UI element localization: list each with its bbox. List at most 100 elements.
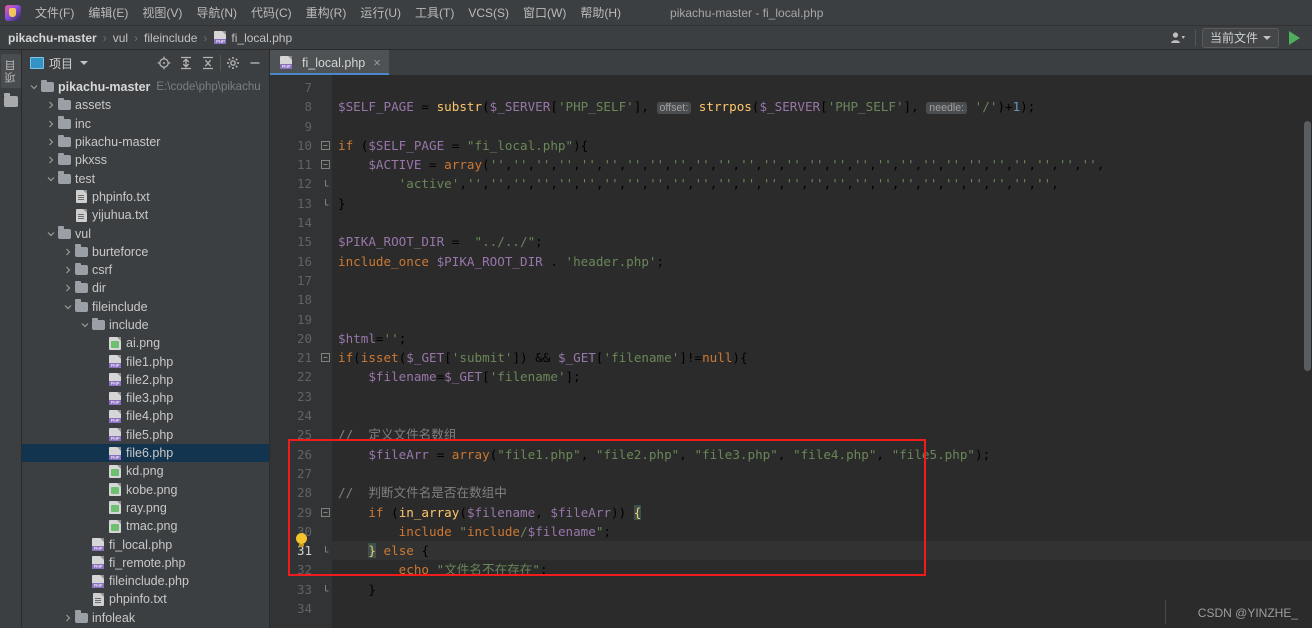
tree-item-phpinfo-txt[interactable]: phpinfo.txt	[22, 590, 269, 608]
code-fold-toggle[interactable]	[318, 580, 332, 599]
tree-item-csrf[interactable]: csrf	[22, 261, 269, 279]
menu-item-vcs[interactable]: VCS(S)	[461, 3, 516, 23]
code-fold-toggle[interactable]	[318, 174, 332, 193]
rail-tab-project[interactable]: 项目	[0, 54, 21, 88]
code-fold-toggle[interactable]	[318, 194, 332, 213]
gear-icon[interactable]	[223, 53, 243, 73]
tree-item-assets[interactable]: assets	[22, 96, 269, 114]
code-line[interactable]	[332, 310, 1312, 329]
code-line[interactable]: 'active','','','','','','','','','','','…	[332, 174, 1312, 193]
menu-item-code[interactable]: 代码(C)	[244, 1, 299, 24]
tree-item-fileinclude-php[interactable]: fileinclude.php	[22, 572, 269, 590]
menu-item-refactor[interactable]: 重构(R)	[299, 1, 354, 24]
code-content[interactable]: $SELF_PAGE = substr($_SERVER['PHP_SELF']…	[332, 75, 1312, 628]
tree-item-ai-png[interactable]: ai.png	[22, 334, 269, 352]
tree-item-vul[interactable]: vul	[22, 224, 269, 242]
run-button[interactable]	[1285, 28, 1304, 48]
tree-item-kd-png[interactable]: kd.png	[22, 462, 269, 480]
scrollbar-thumb[interactable]	[1304, 121, 1311, 371]
project-file-tree[interactable]: pikachu-master E:\code\php\pikachu assets i…	[22, 76, 269, 628]
code-line[interactable]	[332, 117, 1312, 136]
tree-item-kobe-png[interactable]: kobe.png	[22, 481, 269, 499]
code-line[interactable]: include "include/$filename";	[332, 522, 1312, 541]
chevron-right-icon[interactable]	[62, 284, 74, 292]
code-line[interactable]: $ACTIVE = array('','','','','','','','',…	[332, 155, 1312, 174]
chevron-down-icon[interactable]	[79, 321, 91, 329]
tree-item-infoleak[interactable]: infoleak	[22, 609, 269, 627]
user-icon[interactable]	[1166, 28, 1189, 48]
chevron-down-icon[interactable]	[45, 175, 57, 183]
code-fold-toggle[interactable]	[318, 348, 332, 367]
close-icon[interactable]: ×	[373, 56, 381, 69]
menu-item-edit[interactable]: 编辑(E)	[81, 1, 135, 24]
code-line[interactable]	[332, 290, 1312, 309]
code-fold-toggle[interactable]	[318, 155, 332, 174]
code-line[interactable]	[332, 464, 1312, 483]
code-fold-toggle[interactable]	[318, 541, 332, 560]
chevron-right-icon[interactable]	[62, 614, 74, 622]
chevron-right-icon[interactable]	[45, 120, 57, 128]
code-line[interactable]: $SELF_PAGE = substr($_SERVER['PHP_SELF']…	[332, 97, 1312, 116]
tree-item-test[interactable]: test	[22, 169, 269, 187]
breadcrumb-fileinclude[interactable]: fileinclude	[144, 31, 197, 45]
code-line[interactable]: echo "文件名不在存在";	[332, 560, 1312, 579]
tree-item-dir[interactable]: dir	[22, 279, 269, 297]
code-line[interactable]	[332, 271, 1312, 290]
tree-item-fi-remote-php[interactable]: fi_remote.php	[22, 554, 269, 572]
menu-item-navigate[interactable]: 导航(N)	[189, 1, 244, 24]
code-line[interactable]	[332, 387, 1312, 406]
tree-item-pikachu-master[interactable]: pikachu-master	[22, 133, 269, 151]
tree-item-fileinclude[interactable]: fileinclude	[22, 298, 269, 316]
tree-item-file2-php[interactable]: file2.php	[22, 371, 269, 389]
run-configuration-selector[interactable]: 当前文件	[1201, 27, 1279, 48]
code-line[interactable]: if (in_array($filename, $fileArr)) {	[332, 503, 1312, 522]
code-line[interactable]: $fileArr = array("file1.php", "file2.php…	[332, 445, 1312, 464]
intention-bulb-icon[interactable]	[296, 533, 307, 547]
menu-item-view[interactable]: 视图(V)	[135, 1, 189, 24]
locate-icon[interactable]	[154, 53, 174, 73]
collapse-all-icon[interactable]	[198, 53, 218, 73]
chevron-down-icon[interactable]	[62, 303, 74, 311]
chevron-right-icon[interactable]	[45, 101, 57, 109]
tree-item-yijuhua-txt[interactable]: yijuhua.txt	[22, 206, 269, 224]
code-line[interactable]: $filename=$_GET['filename'];	[332, 367, 1312, 386]
minimize-icon[interactable]	[245, 53, 265, 73]
editor-scrollbar[interactable]	[1303, 75, 1312, 628]
tree-item-pikachu-master[interactable]: pikachu-master E:\code\php\pikachu	[22, 78, 269, 96]
tree-item-pkxss[interactable]: pkxss	[22, 151, 269, 169]
chevron-right-icon[interactable]	[62, 248, 74, 256]
code-line[interactable]: }	[332, 194, 1312, 213]
breadcrumb-project[interactable]: pikachu-master	[8, 31, 97, 45]
code-line[interactable]: $html='';	[332, 329, 1312, 348]
breadcrumb-vul[interactable]: vul	[113, 31, 128, 45]
menu-item-file[interactable]: 文件(F)	[28, 1, 81, 24]
code-editor[interactable]: 7 8 9 10 11 12 13 14 15 16 17 18 19 20 21 22 23 24 25 26 27 2…	[270, 75, 1312, 628]
code-line[interactable]: }	[332, 580, 1312, 599]
chevron-down-icon[interactable]	[80, 61, 89, 65]
folder-icon[interactable]	[3, 93, 18, 107]
tree-item-file6-php[interactable]: file6.php	[22, 443, 269, 463]
chevron-right-icon[interactable]	[45, 156, 57, 164]
tree-item-ray-png[interactable]: ray.png	[22, 499, 269, 517]
code-line[interactable]: if ($SELF_PAGE = "fi_local.php"){	[332, 136, 1312, 155]
tree-item-fi-local-php[interactable]: fi_local.php	[22, 535, 269, 553]
expand-all-icon[interactable]	[176, 53, 196, 73]
code-line[interactable]: include_once $PIKA_ROOT_DIR . 'header.ph…	[332, 252, 1312, 271]
code-folding-column[interactable]	[318, 75, 332, 628]
chevron-right-icon[interactable]	[45, 138, 57, 146]
code-line[interactable]	[332, 213, 1312, 232]
code-line[interactable]	[332, 406, 1312, 425]
code-line[interactable]: if(isset($_GET['submit']) && $_GET['file…	[332, 348, 1312, 367]
tree-item-file4-php[interactable]: file4.php	[22, 407, 269, 425]
editor-tab-fi-local-php[interactable]: fi_local.php ×	[270, 50, 389, 75]
menu-item-window[interactable]: 窗口(W)	[516, 1, 573, 24]
breadcrumb-file[interactable]: fi_local.php	[231, 31, 292, 45]
menu-item-tools[interactable]: 工具(T)	[408, 1, 461, 24]
tree-item-inc[interactable]: inc	[22, 115, 269, 133]
code-line[interactable]: // 定义文件名数组	[332, 425, 1312, 444]
tree-item-file1-php[interactable]: file1.php	[22, 352, 269, 370]
code-line[interactable]: // 判断文件名是否在数组中	[332, 483, 1312, 502]
menu-item-run[interactable]: 运行(U)	[353, 1, 408, 24]
tree-item-include[interactable]: include	[22, 316, 269, 334]
code-line[interactable]: $PIKA_ROOT_DIR = "../../";	[332, 232, 1312, 251]
